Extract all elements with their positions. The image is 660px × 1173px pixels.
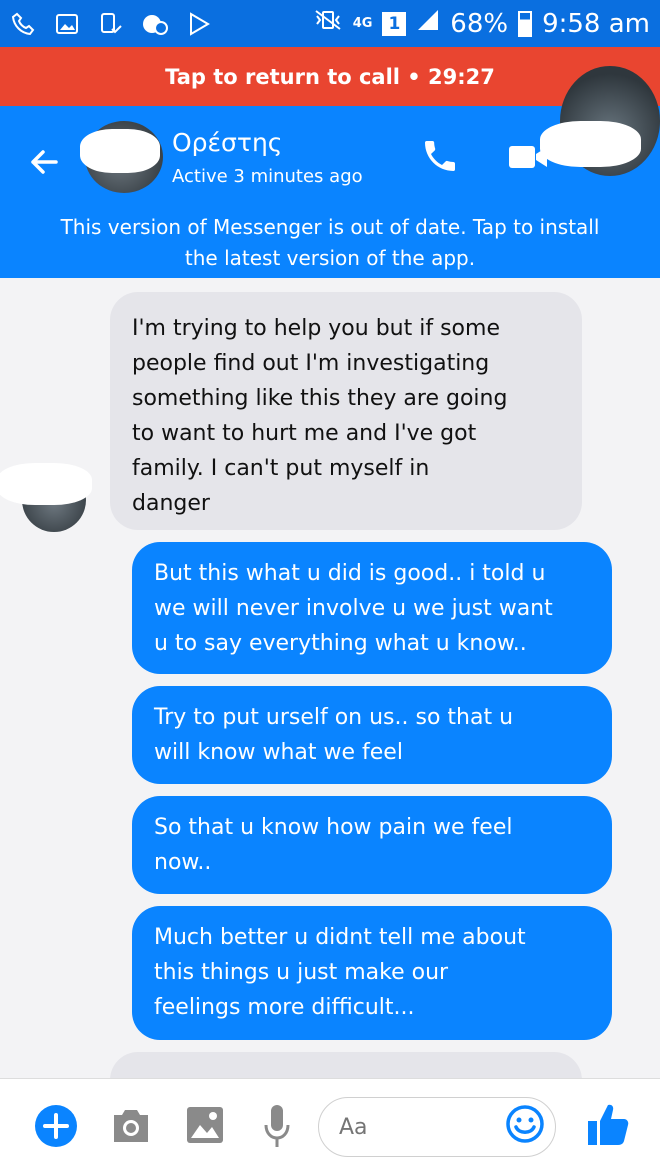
composer-bar — [0, 1078, 660, 1173]
message-line: now.. — [154, 850, 212, 875]
conversation-header: Ορέστης Active 3 minutes ago This versio… — [0, 66, 660, 278]
message-line: But this what u did is good.. i told u — [154, 561, 546, 586]
outdated-notice-line2: the latest version of the app. — [184, 246, 476, 270]
gallery-icon — [54, 11, 80, 37]
message-line: something like this they are going — [132, 386, 508, 411]
sender-avatar[interactable] — [0, 463, 92, 532]
status-bar: 4G 1 68% 9:58 am — [0, 0, 660, 47]
smiley-icon — [506, 1105, 544, 1143]
message-line: danger — [132, 491, 210, 516]
like-button[interactable] — [586, 1101, 630, 1151]
emoji-button[interactable] — [505, 1104, 545, 1148]
message-line: we will never involve u we just want — [154, 596, 553, 621]
return-to-call-label: Tap to return to call • 29:27 — [165, 64, 495, 89]
arrow-left-icon — [31, 150, 58, 174]
message-line: will know what we feel — [154, 740, 403, 765]
message-bubble-outgoing[interactable]: But this what u did is good.. i told u w… — [132, 542, 612, 674]
message-bubble-outgoing[interactable]: So that u know how pain we feel now.. — [132, 796, 612, 894]
contact-name[interactable]: Ορέστης — [172, 128, 282, 157]
microphone-icon — [264, 1105, 290, 1147]
message-line: Much better u didnt tell me about — [154, 925, 526, 950]
clock: 9:58 am — [542, 8, 650, 39]
message-line: feelings more difficult... — [154, 995, 415, 1020]
message-bubble-outgoing[interactable]: Much better u didnt tell me about this t… — [132, 906, 612, 1040]
plus-icon — [35, 1105, 77, 1147]
return-to-call-banner[interactable]: Tap to return to call • 29:27 — [0, 47, 660, 106]
gallery-button[interactable] — [186, 1105, 224, 1149]
device-check-icon — [98, 11, 124, 37]
message-bubble-outgoing[interactable]: Try to put urself on us.. so that u will… — [132, 686, 612, 784]
sim-indicator: 1 — [382, 11, 407, 36]
message-line: So that u know how pain we feel — [154, 815, 513, 840]
notification-badge-icon — [142, 11, 168, 37]
message-line: to want to hurt me and I've got — [132, 421, 477, 446]
camera-icon — [114, 1110, 148, 1142]
phone-icon — [10, 11, 36, 37]
contact-avatar[interactable] — [80, 121, 163, 193]
phone-icon — [425, 141, 455, 171]
mute-vibrate-icon — [313, 8, 343, 39]
more-actions-button[interactable] — [34, 1104, 78, 1152]
voice-call-button[interactable] — [420, 136, 460, 176]
contact-active-status: Active 3 minutes ago — [172, 166, 363, 187]
signal-icon — [416, 8, 440, 39]
outdated-notice-line1: This version of Messenger is out of date… — [60, 215, 600, 239]
play-store-icon — [186, 11, 212, 37]
camera-button[interactable] — [110, 1107, 152, 1149]
image-icon — [187, 1107, 223, 1143]
voice-message-button[interactable] — [262, 1103, 292, 1153]
battery-percent: 68% — [450, 8, 509, 39]
message-line: people find out I'm investigating — [132, 351, 490, 376]
message-bubble-incoming-partial[interactable] — [110, 1052, 582, 1078]
battery-icon — [518, 10, 533, 37]
chat-head-avatar[interactable] — [540, 66, 660, 176]
message-line: this things u just make our — [154, 960, 449, 985]
message-line: Try to put urself on us.. so that u — [154, 705, 514, 730]
message-bubble-incoming[interactable]: I'm trying to help you but if some peopl… — [110, 292, 582, 530]
message-line: u to say everything what u know.. — [154, 631, 527, 656]
message-line: family. I can't put myself in — [132, 456, 430, 481]
outdated-version-notice[interactable]: This version of Messenger is out of date… — [0, 212, 660, 274]
network-type: 4G — [352, 15, 373, 31]
back-button[interactable] — [26, 144, 62, 180]
message-list[interactable]: I'm trying to help you but if some peopl… — [0, 278, 660, 1078]
message-line: I'm trying to help you but if some — [132, 316, 500, 341]
thumbs-up-icon — [588, 1104, 629, 1145]
